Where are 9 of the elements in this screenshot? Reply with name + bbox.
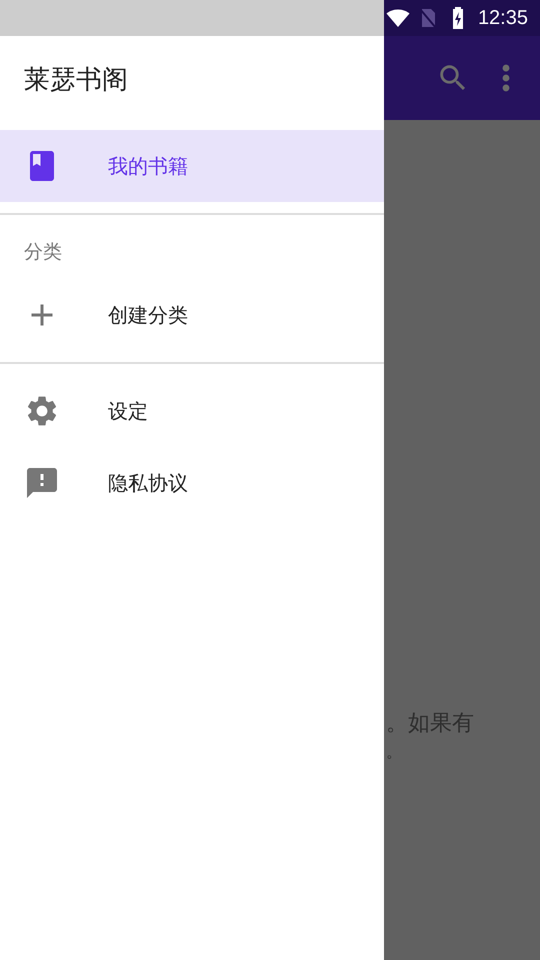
- menu-item[interactable]: 隐私协议: [0, 447, 384, 519]
- feedback-icon: [24, 465, 60, 501]
- message-text: 。: [386, 742, 403, 763]
- drawer-title: 莱瑟书阁: [23, 64, 129, 97]
- menu-item[interactable]: 设定: [0, 375, 384, 447]
- section-header: 分类: [23, 240, 63, 265]
- clock: 12:35: [478, 6, 528, 30]
- menu-item[interactable]: 我的书籍: [0, 130, 384, 202]
- menu-item[interactable]: 创建分类: [0, 279, 384, 351]
